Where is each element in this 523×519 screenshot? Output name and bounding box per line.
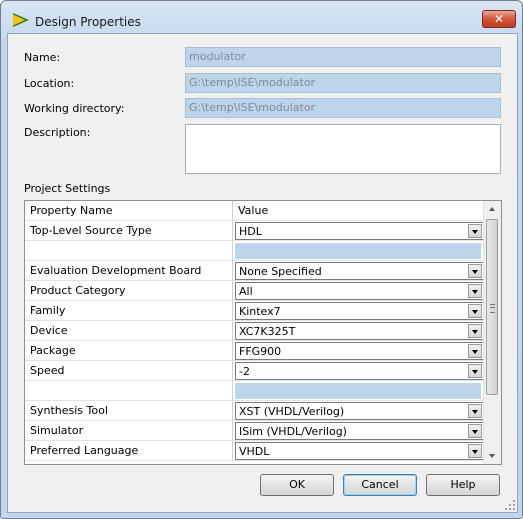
property-name: Top-Level Source Type [25,221,233,241]
chevron-down-icon[interactable] [468,364,482,378]
property-value-cell: XC7K325T [233,321,485,341]
dialog-body: Name: modulator Location: G:\temp\ISE\mo… [7,33,518,513]
property-name: Product Category [25,281,233,301]
property-value-cell: FFG900 [233,341,485,361]
chevron-down-icon[interactable] [468,344,482,358]
property-name: Family [25,301,233,321]
empty-value [235,243,481,259]
chevron-down-icon[interactable] [468,224,482,238]
property-value-cell: All [233,281,485,301]
chevron-down-icon[interactable] [468,264,482,278]
dropdown-value: ISim (VHDL/Verilog) [239,425,347,438]
property-name: Speed [25,361,233,381]
dropdown-value: -2 [239,365,250,378]
property-name [25,241,233,261]
property-name: Preferred Language [25,441,233,461]
preferred-language-dropdown[interactable]: VHDL [235,442,484,460]
dropdown-value: Kintex7 [239,305,281,318]
location-label: Location: [24,77,75,90]
working-directory-field[interactable]: G:\temp\ISE\modulator [185,98,501,118]
description-label: Description: [24,126,91,139]
dropdown-value: None Specified [239,265,322,278]
ok-button[interactable]: OK [260,474,334,496]
close-icon: ✕ [493,12,505,26]
resize-grip-icon[interactable] [505,500,515,510]
dropdown-value: VHDL [239,445,270,458]
product-category-dropdown[interactable]: All [235,282,484,300]
project-settings-table: Property Name Value Top-Level Source Typ… [24,200,502,465]
table-row [25,241,485,261]
table-row[interactable]: Top-Level Source Type HDL [25,221,485,241]
property-value-cell: -2 [233,361,485,381]
property-name: Synthesis Tool [25,401,233,421]
chevron-down-icon[interactable] [468,424,482,438]
scroll-down-arrow-icon[interactable] [484,447,501,464]
name-label: Name: [24,51,61,64]
cancel-button[interactable]: Cancel [343,474,417,496]
table-row[interactable]: Device XC7K325T [25,321,485,341]
chevron-down-icon[interactable] [468,304,482,318]
dropdown-value: All [239,285,253,298]
working-directory-label: Working directory: [24,102,125,115]
property-value-cell: VHDL [233,441,485,461]
chevron-down-icon[interactable] [468,444,482,458]
table-row[interactable]: Preferred Language VHDL [25,441,485,461]
synthesis-tool-dropdown[interactable]: XST (VHDL/Verilog) [235,402,484,420]
vertical-scrollbar[interactable] [483,201,501,464]
project-settings-label: Project Settings [24,182,111,195]
table-row [25,381,485,401]
empty-value [235,383,481,399]
help-button[interactable]: Help [426,474,500,496]
dropdown-value: HDL [239,225,262,238]
header-property-name: Property Name [25,201,233,221]
table-row[interactable]: Product Category All [25,281,485,301]
family-dropdown[interactable]: Kintex7 [235,302,484,320]
design-properties-dialog: Design Properties ✕ Name: modulator Loca… [0,0,523,519]
top-level-source-type-dropdown[interactable]: HDL [235,222,484,240]
property-name: Device [25,321,233,341]
property-value-cell: HDL [233,221,485,241]
title-bar: Design Properties ✕ [1,1,522,31]
property-value-cell: ISim (VHDL/Verilog) [233,421,485,441]
chevron-down-icon[interactable] [468,284,482,298]
grip-icon [490,304,495,313]
table-row[interactable]: Package FFG900 [25,341,485,361]
property-value-cell: XST (VHDL/Verilog) [233,401,485,421]
description-input[interactable] [185,124,501,174]
property-name: Simulator [25,421,233,441]
table-row[interactable]: Synthesis Tool XST (VHDL/Verilog) [25,401,485,421]
property-name [25,381,233,401]
package-dropdown[interactable]: FFG900 [235,342,484,360]
property-name: Evaluation Development Board [25,261,233,281]
chevron-down-icon[interactable] [468,404,482,418]
location-field[interactable]: G:\temp\ISE\modulator [185,73,501,93]
xilinx-ise-icon [13,13,29,27]
property-value-cell: Kintex7 [233,301,485,321]
scrollbar-thumb[interactable] [486,219,498,395]
table-row[interactable]: Speed -2 [25,361,485,381]
chevron-down-icon[interactable] [468,324,482,338]
device-dropdown[interactable]: XC7K325T [235,322,484,340]
dropdown-value: XC7K325T [239,325,296,338]
evaluation-board-dropdown[interactable]: None Specified [235,262,484,280]
speed-dropdown[interactable]: -2 [235,362,484,380]
dropdown-value: FFG900 [239,345,282,358]
dropdown-value: XST (VHDL/Verilog) [239,405,345,418]
header-value: Value [233,201,485,221]
property-name: Package [25,341,233,361]
window-title: Design Properties [35,15,141,29]
table-row[interactable]: Simulator ISim (VHDL/Verilog) [25,421,485,441]
table-row[interactable]: Family Kintex7 [25,301,485,321]
scroll-up-arrow-icon[interactable] [484,201,501,218]
property-value-cell: None Specified [233,261,485,281]
property-value-cell [233,381,485,401]
close-button[interactable]: ✕ [482,10,516,28]
table-header: Property Name Value [25,201,485,221]
property-value-cell [233,241,485,261]
table-row[interactable]: Evaluation Development Board None Specif… [25,261,485,281]
simulator-dropdown[interactable]: ISim (VHDL/Verilog) [235,422,484,440]
name-field[interactable]: modulator [185,47,501,67]
